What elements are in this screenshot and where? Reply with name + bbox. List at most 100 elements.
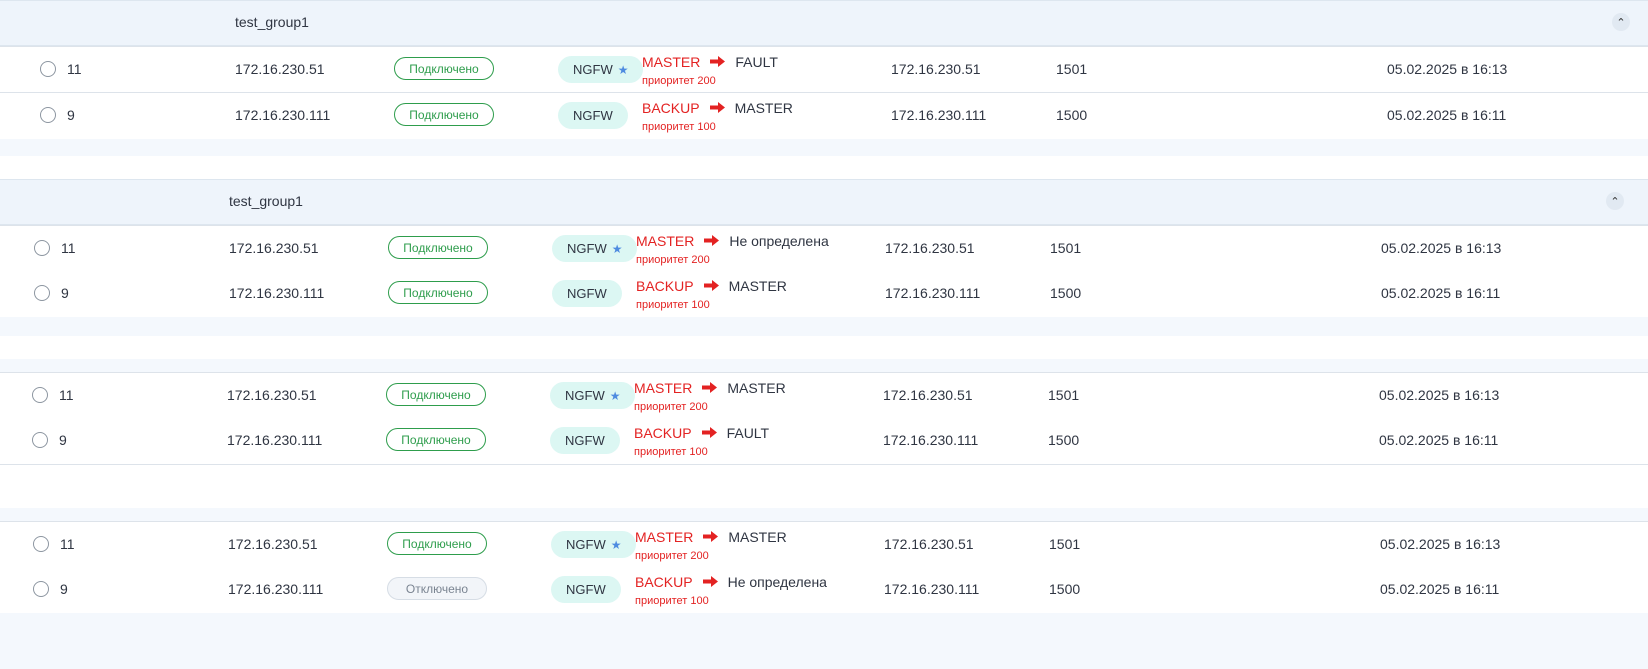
group-spacer <box>0 613 1648 669</box>
node-id: 9 <box>60 581 68 597</box>
state-transition: BACKUP MASTER <box>636 278 787 294</box>
node-ip: 172.16.230.51 <box>883 387 973 403</box>
node-date: 05.02.2025 в 16:13 <box>1387 61 1508 77</box>
node-ip: 172.16.230.111 <box>891 107 987 123</box>
table-row[interactable]: 9 172.16.230.111 Подключено NGFW BACKUP MASTE… <box>0 93 1648 140</box>
group-spacer <box>0 317 1648 336</box>
state-transition: MASTER Не определена <box>636 233 829 249</box>
row-select-radio[interactable] <box>34 240 50 256</box>
node-address: 172.16.230.111 <box>229 285 325 301</box>
table-row[interactable]: 9 172.16.230.111 Отключено NGFW BACKUP Не опр… <box>0 567 1648 614</box>
priority-label: приоритет 200 <box>634 401 708 413</box>
arrow-right-icon <box>709 100 725 116</box>
row-select-radio[interactable] <box>34 285 50 301</box>
row-select-radio[interactable] <box>32 387 48 403</box>
row-select-radio[interactable] <box>40 61 56 77</box>
node-type-label: NGFW <box>566 537 606 552</box>
arrow-right-icon <box>702 380 718 396</box>
table-row[interactable]: 11 172.16.230.51 Подключено NGFW ★ MASTER Не о… <box>0 225 1648 272</box>
node-address: 172.16.230.51 <box>235 61 325 77</box>
group-spacer <box>0 139 1648 156</box>
row-select-radio[interactable] <box>32 432 48 448</box>
table-row[interactable]: 9 172.16.230.111 Подключено NGFW BACKUP MASTE… <box>0 271 1648 318</box>
row-select-radio[interactable] <box>33 536 49 552</box>
node-address: 172.16.230.51 <box>228 536 318 552</box>
node-address: 172.16.230.51 <box>227 387 317 403</box>
status-badge: Подключено <box>388 236 488 259</box>
state-to: FAULT <box>726 425 770 441</box>
state-transition: MASTER MASTER <box>635 529 787 545</box>
row-select-radio[interactable] <box>40 107 56 123</box>
state-from: MASTER <box>634 380 693 396</box>
arrow-right-icon <box>703 529 719 545</box>
group-spacer <box>0 359 1648 372</box>
state-to: Не определена <box>729 233 829 249</box>
node-id: 9 <box>59 432 67 448</box>
node-address: 172.16.230.111 <box>235 107 331 123</box>
chevron-up-icon[interactable]: ⌃ <box>1612 13 1630 31</box>
star-icon: ★ <box>609 388 621 403</box>
node-type-badge: NGFW <box>551 576 621 603</box>
table-row[interactable]: 11 172.16.230.51 Подключено NGFW ★ MASTER FAUL… <box>0 46 1648 93</box>
table-row[interactable]: 11 172.16.230.51 Подключено NGFW ★ MASTER MAST… <box>0 372 1648 419</box>
status-badge: Подключено <box>388 281 488 304</box>
node-date: 05.02.2025 в 16:13 <box>1381 240 1502 256</box>
node-port: 1500 <box>1048 432 1080 448</box>
node-date: 05.02.2025 в 16:13 <box>1380 536 1501 552</box>
arrow-right-icon <box>702 574 718 590</box>
priority-label: приоритет 200 <box>642 75 716 87</box>
node-type-badge: NGFW <box>550 427 620 454</box>
node-type-label: NGFW <box>573 62 613 77</box>
arrow-right-icon <box>710 54 726 70</box>
node-type-badge: NGFW <box>558 102 628 129</box>
state-to: MASTER <box>728 278 787 294</box>
state-to: FAULT <box>735 54 778 70</box>
group-header: test_group1 ⌃ <box>0 0 1648 46</box>
node-type-badge: NGFW <box>552 280 622 307</box>
status-badge: Подключено <box>386 383 486 406</box>
priority-label: приоритет 100 <box>642 121 716 133</box>
state-to: MASTER <box>734 100 793 116</box>
node-date: 05.02.2025 в 16:11 <box>1387 107 1507 123</box>
node-date: 05.02.2025 в 16:11 <box>1381 285 1501 301</box>
state-from: MASTER <box>636 233 695 249</box>
node-id: 11 <box>60 536 75 552</box>
state-to: MASTER <box>727 380 786 396</box>
status-badge: Подключено <box>394 57 494 80</box>
node-ip: 172.16.230.111 <box>884 581 980 597</box>
star-icon: ★ <box>610 537 622 552</box>
state-from: MASTER <box>635 529 694 545</box>
node-ip: 172.16.230.51 <box>885 240 975 256</box>
state-from: BACKUP <box>642 100 700 116</box>
priority-label: приоритет 200 <box>636 254 710 266</box>
arrow-right-icon <box>704 233 720 249</box>
status-badge: Отключено <box>387 577 487 600</box>
state-transition: BACKUP FAULT <box>634 425 769 441</box>
node-type-label: NGFW <box>565 433 605 448</box>
table-row[interactable]: 11 172.16.230.51 Подключено NGFW ★ MASTER MAST… <box>0 521 1648 568</box>
node-port: 1500 <box>1050 285 1082 301</box>
node-type-badge: NGFW ★ <box>551 531 637 558</box>
group-header: test_group1 ⌃ <box>0 179 1648 225</box>
node-address: 172.16.230.111 <box>228 581 324 597</box>
status-badge: Подключено <box>394 103 494 126</box>
priority-label: приоритет 100 <box>634 446 708 458</box>
chevron-up-icon[interactable]: ⌃ <box>1606 192 1624 210</box>
node-type-label: NGFW <box>565 388 605 403</box>
node-ip: 172.16.230.111 <box>883 432 979 448</box>
state-transition: MASTER MASTER <box>634 380 786 396</box>
row-select-radio[interactable] <box>33 581 49 597</box>
state-transition: BACKUP MASTER <box>642 100 793 116</box>
table-row[interactable]: 9 172.16.230.111 Подключено NGFW BACKUP FAULT… <box>0 418 1648 465</box>
group-spacer <box>0 508 1648 521</box>
priority-label: приоритет 200 <box>635 550 709 562</box>
group-name: test_group1 <box>229 193 303 209</box>
node-port: 1501 <box>1048 387 1080 403</box>
node-port: 1500 <box>1056 107 1088 123</box>
node-id: 9 <box>61 285 69 301</box>
node-type-badge: NGFW ★ <box>550 382 636 409</box>
state-from: BACKUP <box>634 425 692 441</box>
node-date: 05.02.2025 в 16:11 <box>1379 432 1499 448</box>
state-to: MASTER <box>728 529 787 545</box>
node-type-label: NGFW <box>566 582 606 597</box>
